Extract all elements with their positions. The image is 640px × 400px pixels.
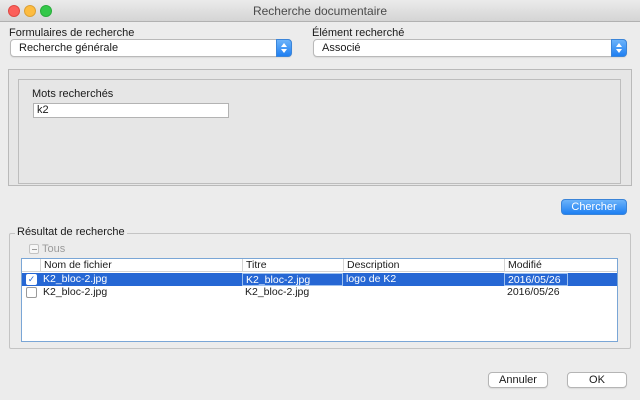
forms-combobox[interactable]: Recherche générale	[10, 39, 292, 57]
column-header-file[interactable]: Nom de fichier	[40, 259, 242, 272]
checkbox-column-header	[22, 259, 40, 272]
column-header-modified[interactable]: Modifié	[504, 259, 568, 272]
cell-title: K2_bloc-2.jpg	[242, 273, 343, 286]
table-row[interactable]: ✓ K2_bloc-2.jpg K2_bloc-2.jpg logo de K2…	[22, 273, 617, 286]
search-dialog: Recherche documentaire Formulaires de re…	[0, 0, 640, 400]
cell-file: K2_bloc-2.jpg	[43, 273, 108, 285]
forms-combobox-value: Recherche générale	[19, 42, 119, 54]
select-all-checkbox[interactable]	[29, 244, 39, 254]
row-checkbox[interactable]: ✓	[26, 274, 37, 285]
select-all-label: Tous	[42, 243, 66, 255]
element-combobox[interactable]: Associé	[313, 39, 627, 57]
forms-label: Formulaires de recherche	[9, 27, 135, 39]
cell-modified: 2016/05/26	[507, 286, 560, 298]
search-button[interactable]: Chercher	[561, 199, 627, 215]
cell-file: K2_bloc-2.jpg	[43, 286, 108, 298]
updown-arrow-icon	[276, 39, 292, 57]
cell-description	[343, 286, 504, 299]
checkmark-icon: ✓	[27, 274, 36, 284]
search-terms-input[interactable]: k2	[33, 103, 229, 118]
cell-description: logo de K2	[346, 273, 397, 285]
table-row[interactable]: K2_bloc-2.jpg K2_bloc-2.jpg 2016/05/26	[22, 286, 617, 299]
updown-arrow-icon	[611, 39, 627, 57]
cancel-button[interactable]: Annuler	[488, 372, 548, 388]
ok-button[interactable]: OK	[567, 372, 627, 388]
search-terms-label: Mots recherchés	[32, 88, 114, 100]
results-table: Nom de fichier Titre Description Modifié…	[21, 258, 618, 342]
cell-title: K2_bloc-2.jpg	[245, 286, 310, 298]
column-header-description[interactable]: Description	[343, 259, 504, 272]
results-legend: Résultat de recherche	[15, 226, 127, 238]
window-title: Recherche documentaire	[252, 4, 388, 18]
title-bar: Recherche documentaire	[0, 0, 640, 22]
element-label: Élément recherché	[312, 27, 405, 39]
cell-modified: 2016/05/26	[504, 273, 568, 286]
table-header: Nom de fichier Titre Description Modifié	[22, 259, 617, 272]
element-combobox-value: Associé	[322, 42, 361, 54]
row-checkbox[interactable]	[26, 287, 37, 298]
column-header-title[interactable]: Titre	[242, 259, 343, 272]
